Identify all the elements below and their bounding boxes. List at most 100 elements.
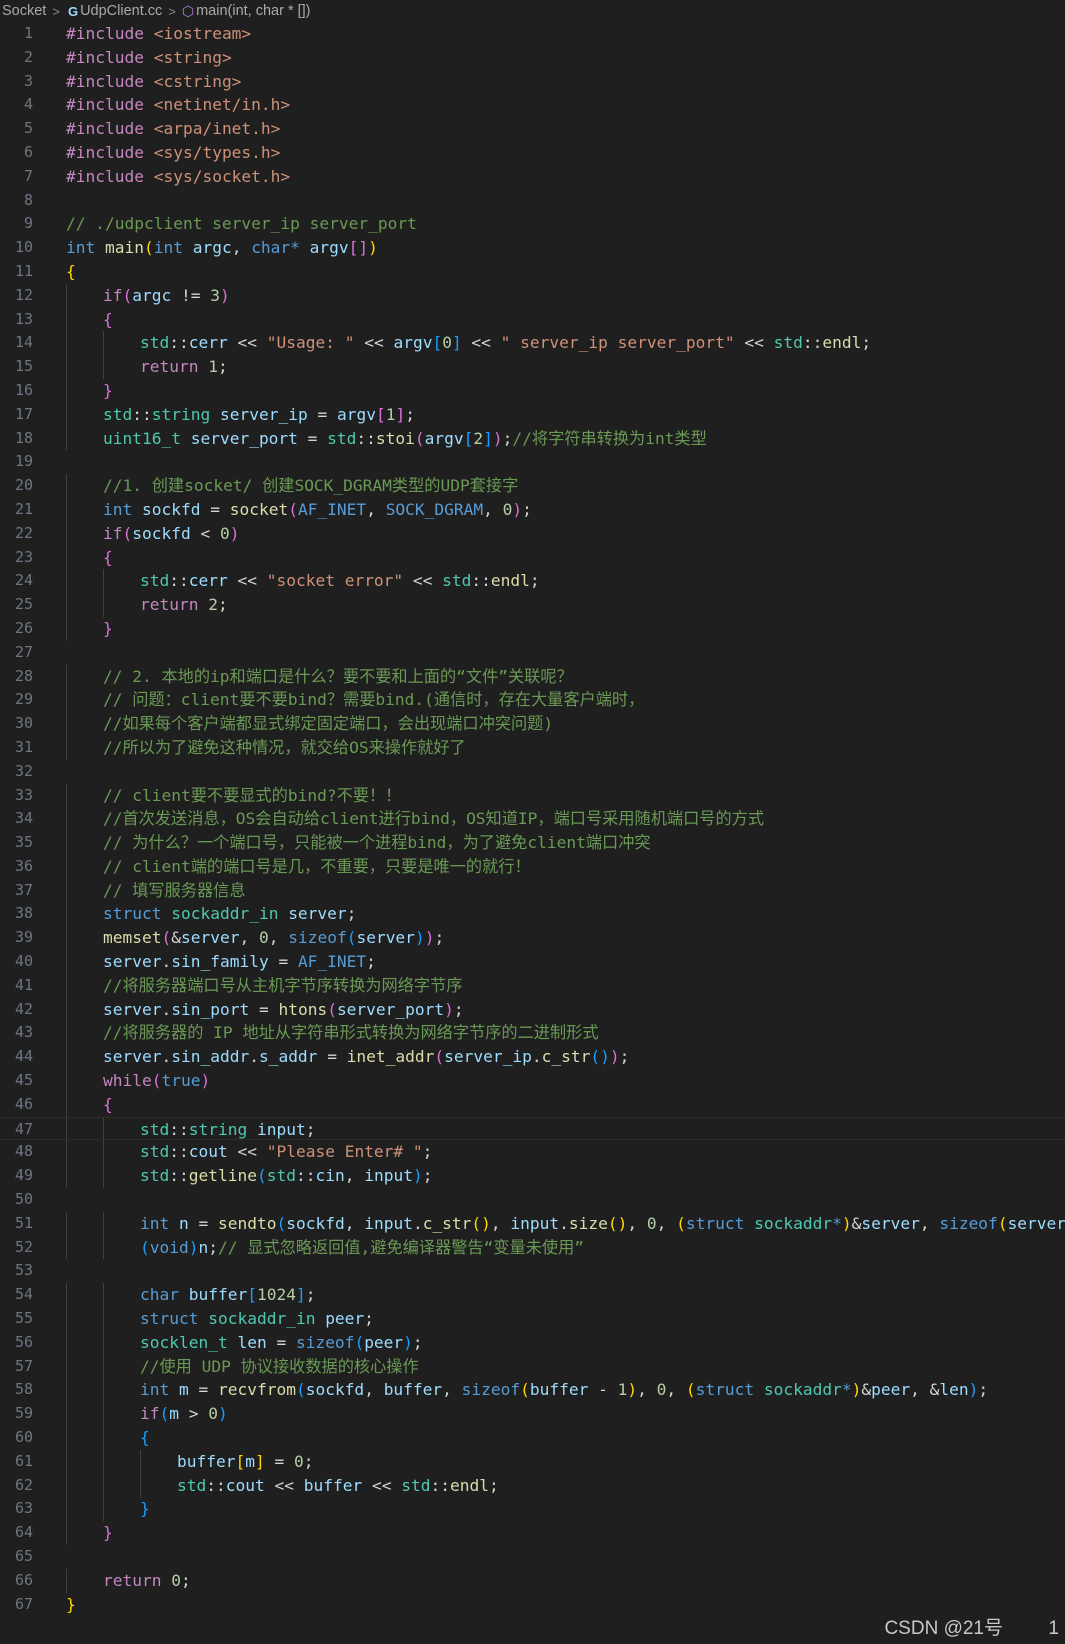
code-line[interactable]: 36 // client端的端口号是几，不重要，只要是唯一的就行！ [0, 854, 1065, 879]
line-number: 10 [14, 238, 33, 257]
code-line[interactable]: 33 // client要不要显式的bind?不要！！ [0, 783, 1065, 808]
code-line[interactable]: 42 server.sin_port = htons(server_port); [0, 997, 1065, 1022]
breadcrumb-folder[interactable]: Socket [0, 3, 48, 19]
code-line[interactable]: 7 #include <sys/socket.h> [0, 165, 1065, 189]
code-line[interactable]: 35 // 为什么？一个端口号，只能被一个进程bind，为了避免client端口冲… [0, 831, 1065, 855]
code-token: m [178, 1380, 199, 1400]
code-line[interactable]: 38 struct sockaddr_in server; [0, 902, 1065, 927]
code-line[interactable]: 5 #include <arpa/inet.h> [0, 117, 1065, 141]
code-line[interactable]: 17 std::string server_ip = argv[1]; [0, 402, 1065, 427]
code-line[interactable]: 53 [0, 1259, 1065, 1283]
code-line[interactable]: 45 while(true) [0, 1069, 1065, 1093]
code-line[interactable]: 9 // ./udpclient server_ip server_port [0, 212, 1065, 236]
code-token: :: [169, 1142, 189, 1162]
watermark: CSDN @21号 [884, 1618, 1003, 1639]
line-number: 29 [14, 690, 33, 709]
code-token: input [364, 1166, 413, 1186]
code-token: peer [325, 1309, 365, 1329]
code-line[interactable]: 16} [0, 378, 1065, 403]
code-line[interactable]: 61 buffer[m] = 0; [0, 1449, 1065, 1474]
code-line[interactable]: 56 socklen_t len = sizeof(peer); [0, 1330, 1065, 1355]
code-line[interactable]: 18 uint16_t server_port = std::stoi(argv[… [0, 426, 1065, 451]
code-line[interactable]: 14 std::cerr << "Usage: " << argv[0] << "… [0, 331, 1065, 356]
code-token: ; [305, 1285, 316, 1305]
code-line[interactable]: 52 (void)n;// 显式忽略返回值,避免编译器警告“变量未使用” [0, 1235, 1065, 1260]
code-token: if [103, 523, 123, 543]
chevron-right-icon: > [52, 3, 60, 19]
code-text: server.sin_port = htons(server_port); [103, 998, 464, 1022]
code-line[interactable]: 34 //首次发送消息，OS会自动给client进行bind，OS知道IP，端口号… [0, 807, 1065, 832]
code-line[interactable]: 54 char buffer[1024]; [0, 1283, 1065, 1308]
code-line[interactable]: 13 { [0, 307, 1065, 332]
code-line[interactable]: 43 //将服务器的 IP 地址从字符串形式转换为网络字节序的二进制形式 [0, 1021, 1065, 1046]
breadcrumb-file[interactable]: UdpClient.cc [78, 3, 164, 19]
code-line[interactable]: 31 //所以为了避免这种情况，就交给OS来操作就好了 [0, 735, 1065, 760]
code-line[interactable]: 24 std::cerr << "socket error" << std::en… [0, 569, 1065, 594]
code-token: > [188, 1404, 209, 1424]
code-line[interactable]: 55 struct sockaddr_in peer; [0, 1307, 1065, 1331]
indent-guide [66, 616, 67, 641]
code-line[interactable]: 66 return 0; [0, 1568, 1065, 1593]
code-line[interactable]: 60 { [0, 1426, 1065, 1450]
code-line[interactable]: 28 // 2. 本地的ip和端口是什么？要不要和上面的“文件”关联呢？ [0, 664, 1065, 689]
code-text: socklen_t len = sizeof(peer); [140, 1331, 423, 1355]
code-line[interactable]: 1 #include <iostream> [0, 22, 1065, 46]
code-token: #include [66, 95, 154, 115]
code-line[interactable]: 57 //使用 UDP 协议接收数据的核心操作 [0, 1354, 1065, 1379]
code-line[interactable]: 25 return 2; [0, 593, 1065, 617]
code-line[interactable]: 11 { [0, 260, 1065, 284]
code-token: 0 [502, 499, 513, 519]
code-line[interactable]: 23 { [0, 545, 1065, 570]
code-line[interactable]: 63} [0, 1497, 1065, 1522]
code-line[interactable]: 51 int n = sendto(sockfd, input.c_str(), … [0, 1211, 1065, 1236]
code-line[interactable]: 27 [0, 641, 1065, 665]
code-line[interactable]: 58 int m = recvfrom(sockfd, buffer, sizeo… [0, 1378, 1065, 1403]
code-line[interactable]: 26} [0, 616, 1065, 641]
code-token: input [256, 1119, 306, 1139]
code-line[interactable]: 15 return 1; [0, 355, 1065, 379]
code-line[interactable]: 59 if(m > 0) [0, 1402, 1065, 1427]
code-line[interactable]: 49 std::getline(std::cin, input); [0, 1164, 1065, 1189]
code-token: :: [169, 571, 189, 591]
code-token: sockaddr_in [171, 904, 289, 924]
code-token: inet_addr [346, 1047, 435, 1067]
code-line[interactable]: 48 std::cout << "Please Enter# "; [0, 1140, 1065, 1165]
code-editor[interactable]: 1 #include <iostream> 2 #include <string> 3 #… [0, 22, 1065, 1616]
indent-guide [66, 521, 67, 546]
code-line[interactable]: 50 [0, 1188, 1065, 1212]
code-line[interactable]: 3 #include <cstring> [0, 70, 1065, 94]
code-text: } [103, 1521, 113, 1545]
code-line[interactable]: 29 // 问题：client要不要bind？需要bind.(通信时，存在大量客户… [0, 688, 1065, 713]
code-line[interactable]: 20 //1. 创建socket/ 创建SOCK_DGRAM类型的UDP套接字 [0, 474, 1065, 498]
code-line[interactable]: 4 #include <netinet/in.h> [0, 93, 1065, 117]
code-line[interactable]: 19 [0, 450, 1065, 474]
code-token: * [832, 1213, 842, 1233]
breadcrumb-symbol[interactable]: main(int, char * []) [194, 3, 312, 19]
code-line[interactable]: 41 //将服务器端口号从主机字节序转换为网络字节序 [0, 973, 1065, 998]
code-line[interactable]: 8 [0, 189, 1065, 213]
code-line[interactable]: 44 server.sin_addr.s_addr = inet_addr(ser… [0, 1045, 1065, 1070]
code-line[interactable]: 46 { [0, 1092, 1065, 1117]
code-line[interactable]: 62 std::cout << buffer << std::endl; [0, 1473, 1065, 1498]
line-number: 8 [23, 190, 33, 209]
code-token: sin_addr [171, 1047, 250, 1067]
code-line[interactable]: 10 int main(int argc, char* argv[]) [0, 236, 1065, 260]
code-token: server_port [190, 428, 308, 448]
code-line[interactable]: 12 if(argc != 3) [0, 283, 1065, 308]
code-line[interactable]: 47 std::string input; [0, 1116, 1065, 1141]
code-line[interactable]: 6 #include <sys/types.h> [0, 141, 1065, 165]
code-line[interactable]: 2 #include <string> [0, 46, 1065, 70]
code-line[interactable]: 30 //如果每个客户端都显式绑定固定端口，会出现端口冲突问题) [0, 712, 1065, 736]
code-line[interactable]: 21 int sockfd = socket(AF_INET, SOCK_DGRA… [0, 497, 1065, 522]
code-line[interactable]: 40 server.sin_family = AF_INET; [0, 950, 1065, 974]
code-line[interactable]: 32 [0, 760, 1065, 784]
code-line[interactable]: 39 memset(&server, 0, sizeof(server)); [0, 926, 1065, 951]
code-line[interactable]: 22 if(sockfd < 0) [0, 521, 1065, 546]
code-token: . [161, 952, 172, 972]
code-line[interactable]: 64} [0, 1521, 1065, 1545]
code-line[interactable]: 65 [0, 1545, 1065, 1569]
line-number: 6 [23, 142, 33, 161]
line-number: 41 [14, 975, 33, 994]
code-line[interactable]: 37 // 填写服务器信息 [0, 878, 1065, 903]
indent-guide [66, 307, 67, 332]
